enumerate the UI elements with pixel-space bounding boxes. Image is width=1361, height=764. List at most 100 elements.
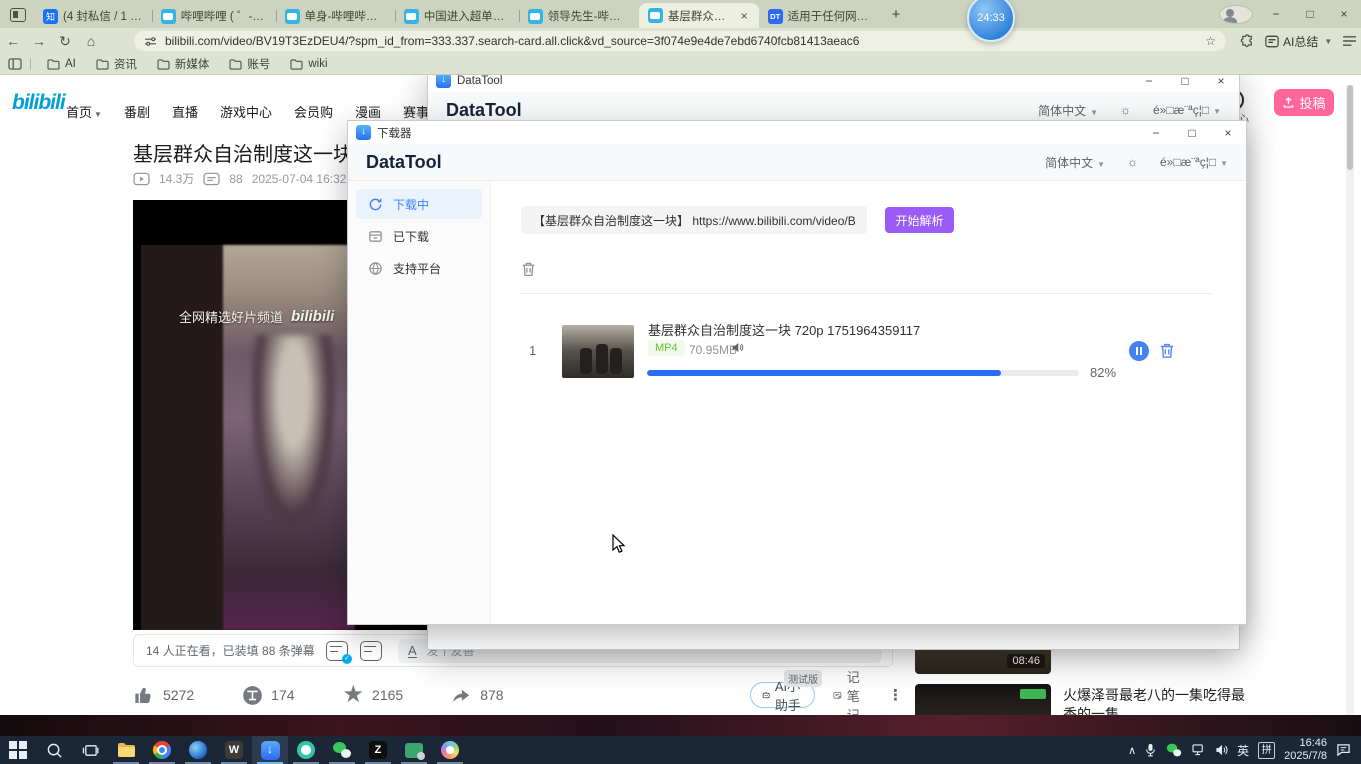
browser-tab-lingdao[interactable]: 领导先生-哔哩哔哩_b bbox=[519, 4, 639, 28]
bookmark-star-icon[interactable]: ☆ bbox=[1205, 34, 1216, 48]
share-icon bbox=[451, 686, 472, 704]
sidebar-item-platforms[interactable]: 支持平台 bbox=[356, 253, 482, 283]
browser-tab-bilibili-home[interactable]: 哔哩哔哩 ( ゜- ゜)つロ bbox=[152, 4, 276, 28]
url-input[interactable] bbox=[521, 206, 867, 234]
taskbar-wps[interactable]: W bbox=[216, 736, 252, 764]
nav-vip-shop[interactable]: 会员购 bbox=[294, 102, 333, 121]
taskbar-search-button[interactable] bbox=[36, 736, 72, 764]
star-icon: ★ bbox=[343, 683, 365, 707]
ime-language-indicator[interactable]: 英 bbox=[1237, 742, 1249, 759]
ime-pinyin-icon[interactable]: 拼 bbox=[1258, 742, 1275, 759]
taskbar-wechat[interactable] bbox=[324, 736, 360, 764]
sidebar-item-downloaded[interactable]: 已下载 bbox=[356, 221, 482, 251]
nav-bangumi[interactable]: 番剧 bbox=[124, 102, 150, 121]
extensions-puzzle-icon[interactable] bbox=[1240, 34, 1255, 49]
downloader-titlebar[interactable]: 下载器 − □ × bbox=[348, 121, 1246, 144]
browser-menu-icon[interactable] bbox=[1342, 35, 1357, 47]
danmaku-toggle-icon[interactable]: ✓ bbox=[326, 641, 348, 661]
volume-icon[interactable] bbox=[1215, 744, 1228, 756]
wechat-tray-icon[interactable] bbox=[1167, 744, 1181, 757]
scrollbar-thumb[interactable] bbox=[1347, 85, 1353, 170]
browser-maximize-button[interactable]: □ bbox=[1293, 7, 1327, 21]
account-menu[interactable]: é»□æ¨ªç¦□▼ bbox=[1160, 155, 1228, 169]
pause-button[interactable] bbox=[1129, 341, 1149, 361]
nav-esports[interactable]: 赛事 bbox=[403, 102, 429, 121]
language-select[interactable]: 简体中文▼ bbox=[1038, 102, 1098, 119]
language-select[interactable]: 简体中文▼ bbox=[1045, 154, 1105, 171]
related-video-card[interactable]: 火爆泽哥最老八的一集吃得最香的一集 bbox=[915, 684, 1245, 715]
minimize-button[interactable]: − bbox=[1138, 122, 1174, 144]
bookmark-folder-accounts[interactable]: 账号 bbox=[221, 56, 278, 72]
tab-close-icon[interactable]: × bbox=[739, 9, 750, 23]
ai-summary-button[interactable]: AI总结 ▼ bbox=[1265, 33, 1332, 50]
bilibili-logo[interactable]: bilibili bbox=[12, 91, 65, 115]
browser-profile-avatar[interactable] bbox=[1219, 5, 1253, 24]
video-watermark: 全网精选好片频道 bilibili bbox=[179, 307, 334, 326]
taskbar-capcut[interactable]: Z bbox=[360, 736, 396, 764]
nav-manga[interactable]: 漫画 bbox=[355, 102, 381, 121]
browser-tab-extension[interactable]: DT适用于任何网站的快速 bbox=[759, 4, 884, 28]
network-icon[interactable] bbox=[1192, 744, 1206, 756]
taskbar-edge-browser[interactable] bbox=[180, 736, 216, 764]
nav-home[interactable]: 首页▼ bbox=[66, 102, 102, 121]
taskbar-photos-app[interactable] bbox=[432, 736, 468, 764]
taskbar-chrome[interactable] bbox=[144, 736, 180, 764]
nav-game-center[interactable]: 游戏中心 bbox=[220, 102, 272, 121]
tab-workspaces-icon[interactable] bbox=[10, 8, 26, 22]
browser-minimize-button[interactable]: − bbox=[1259, 7, 1293, 21]
browser-tab-zhongguo[interactable]: 中国进入超单身时代_! bbox=[395, 4, 519, 28]
account-menu[interactable]: é»□æ¨ªç¦□▼ bbox=[1153, 103, 1221, 117]
notification-center-icon[interactable] bbox=[1336, 743, 1351, 757]
taskbar-wink[interactable] bbox=[288, 736, 324, 764]
home-icon[interactable]: ⌂ bbox=[78, 33, 104, 49]
view-count: 14.3万 bbox=[159, 170, 194, 187]
theme-toggle-icon[interactable]: ☼ bbox=[1120, 103, 1131, 117]
bookmark-folder-newmedia[interactable]: 新媒体 bbox=[149, 56, 218, 72]
share-button[interactable]: 878 bbox=[451, 686, 503, 704]
back-icon[interactable]: ← bbox=[0, 33, 26, 49]
browser-tab-zhihu[interactable]: 知(4 封私信 / 1 条消息) bbox=[34, 4, 152, 28]
ai-assistant-button[interactable]: AI小助手 测试版 bbox=[750, 682, 816, 708]
task-view-button[interactable] bbox=[72, 736, 108, 764]
progress-percent: 82% bbox=[1090, 365, 1116, 380]
taskbar-screenshare[interactable] bbox=[396, 736, 432, 764]
taskbar-clock[interactable]: 16:46 2025/7/8 bbox=[1284, 737, 1327, 763]
like-button[interactable]: 5272 bbox=[133, 685, 194, 705]
maximize-button[interactable]: □ bbox=[1174, 122, 1210, 144]
address-bar[interactable]: bilibili.com/video/BV19T3EzDEU4/?spm_id_… bbox=[134, 31, 1226, 51]
note-button[interactable]: 记笔记 bbox=[833, 667, 868, 716]
related-video-thumbnail[interactable] bbox=[915, 684, 1051, 715]
start-button[interactable] bbox=[0, 736, 36, 764]
danmaku-settings-icon[interactable] bbox=[360, 641, 382, 661]
sidebar-item-downloading[interactable]: 下载中 bbox=[356, 189, 482, 219]
delete-download-trash-icon[interactable] bbox=[1158, 342, 1176, 360]
clear-list-trash-icon[interactable] bbox=[520, 261, 537, 278]
bookmark-folder-news[interactable]: 资讯 bbox=[88, 56, 145, 72]
more-menu-icon[interactable]: ⋮ bbox=[888, 686, 903, 704]
close-button[interactable]: × bbox=[1210, 122, 1246, 144]
font-style-icon[interactable]: A bbox=[408, 644, 417, 658]
new-tab-button[interactable]: + bbox=[884, 2, 908, 26]
bookmark-folder-wiki[interactable]: wiki bbox=[282, 58, 335, 70]
bookmark-folder-ai[interactable]: AI bbox=[39, 58, 84, 70]
taskbar-file-explorer[interactable] bbox=[108, 736, 144, 764]
related-video-title[interactable]: 火爆泽哥最老八的一集吃得最香的一集 bbox=[1063, 684, 1245, 715]
parse-button[interactable]: 开始解析 bbox=[885, 207, 954, 233]
tab-title: 哔哩哔哩 ( ゜- ゜)つロ bbox=[181, 8, 267, 24]
upload-button[interactable]: 投稿 bbox=[1274, 89, 1334, 116]
browser-close-button[interactable]: × bbox=[1327, 7, 1361, 21]
nav-live[interactable]: 直播 bbox=[172, 102, 198, 121]
page-scrollbar[interactable] bbox=[1346, 85, 1354, 715]
reload-icon[interactable]: ↻ bbox=[52, 33, 78, 50]
side-panel-icon[interactable] bbox=[8, 58, 22, 70]
tray-expand-icon[interactable]: ∧ bbox=[1128, 744, 1136, 757]
coin-button[interactable]: 174 bbox=[242, 685, 294, 706]
favorite-button[interactable]: ★ 2165 bbox=[343, 683, 404, 707]
microphone-icon[interactable] bbox=[1145, 743, 1156, 757]
forward-icon[interactable]: → bbox=[26, 33, 52, 49]
url-text: bilibili.com/video/BV19T3EzDEU4/?spm_id_… bbox=[165, 34, 1197, 48]
theme-toggle-icon[interactable]: ☼ bbox=[1127, 155, 1138, 169]
browser-tab-danshen[interactable]: 单身-哔哩哔哩_bilibili bbox=[276, 4, 395, 28]
browser-tab-active[interactable]: 基层群众自治制度× bbox=[639, 3, 759, 28]
taskbar-datatool[interactable]: ↓ bbox=[252, 736, 288, 764]
